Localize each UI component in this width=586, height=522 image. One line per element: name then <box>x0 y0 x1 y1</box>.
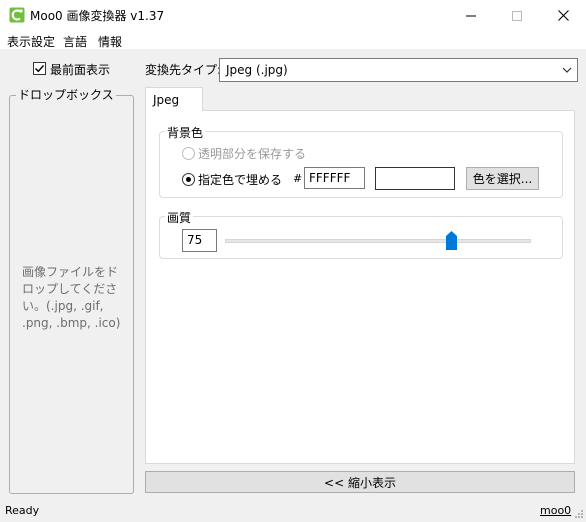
checkmark-icon <box>35 65 45 73</box>
color-swatch <box>375 167 455 190</box>
menu-info[interactable]: 情報 <box>98 33 122 50</box>
maximize-icon <box>512 10 522 21</box>
drop-box-hint: 画像ファイルをドロップしてください。(.jpg, .gif, .png, .bm… <box>22 265 121 330</box>
quality-group <box>159 216 563 259</box>
target-type-value: Jpeg (.jpg) <box>226 63 288 77</box>
choose-color-button[interactable]: 色を選択... <box>466 167 539 190</box>
keep-transparent-label[interactable]: 透明部分を保存する <box>198 145 306 162</box>
close-icon <box>557 10 569 21</box>
quality-input[interactable]: 75 <box>182 229 217 252</box>
hash-label: # <box>293 172 303 185</box>
quality-slider-track[interactable] <box>225 239 531 243</box>
window-title: Moo0 画像変換器 v1.37 <box>30 9 165 23</box>
menu-language[interactable]: 言語 <box>63 33 87 50</box>
tab-jpeg[interactable]: Jpeg <box>145 87 203 111</box>
target-type-label: 変換先タイプ: <box>145 63 222 77</box>
quality-title: 画質 <box>165 209 194 226</box>
app-icon <box>9 7 25 23</box>
resize-grip-icon[interactable] <box>575 510 584 519</box>
minimize-button[interactable] <box>448 0 494 31</box>
background-color-title: 背景色 <box>165 124 206 141</box>
always-on-top-checkbox[interactable] <box>33 62 46 75</box>
quality-slider-thumb[interactable] <box>446 231 457 250</box>
fill-color-radio[interactable] <box>182 173 195 186</box>
tab-jpeg-label: Jpeg <box>153 93 180 107</box>
chevron-down-icon <box>562 67 572 73</box>
moo0-link[interactable]: moo0 <box>540 504 571 517</box>
always-on-top-label[interactable]: 最前面表示 <box>50 61 110 78</box>
close-button[interactable] <box>540 0 586 31</box>
fill-color-label[interactable]: 指定色で埋める <box>198 171 282 188</box>
menu-display-settings[interactable]: 表示設定 <box>7 33 55 50</box>
color-hex-input[interactable]: FFFFFF <box>304 167 365 189</box>
menu-bar: 表示設定 言語 情報 <box>0 31 586 50</box>
keep-transparent-radio[interactable] <box>182 147 195 160</box>
maximize-button[interactable] <box>494 0 540 31</box>
minimize-icon <box>466 15 476 16</box>
drop-box-title: ドロップボックス <box>16 86 116 103</box>
status-text: Ready <box>5 504 40 517</box>
collapse-view-button[interactable]: << 縮小表示 <box>145 471 575 493</box>
radio-selected-dot <box>186 177 191 182</box>
target-type-select[interactable]: Jpeg (.jpg) <box>219 58 578 82</box>
